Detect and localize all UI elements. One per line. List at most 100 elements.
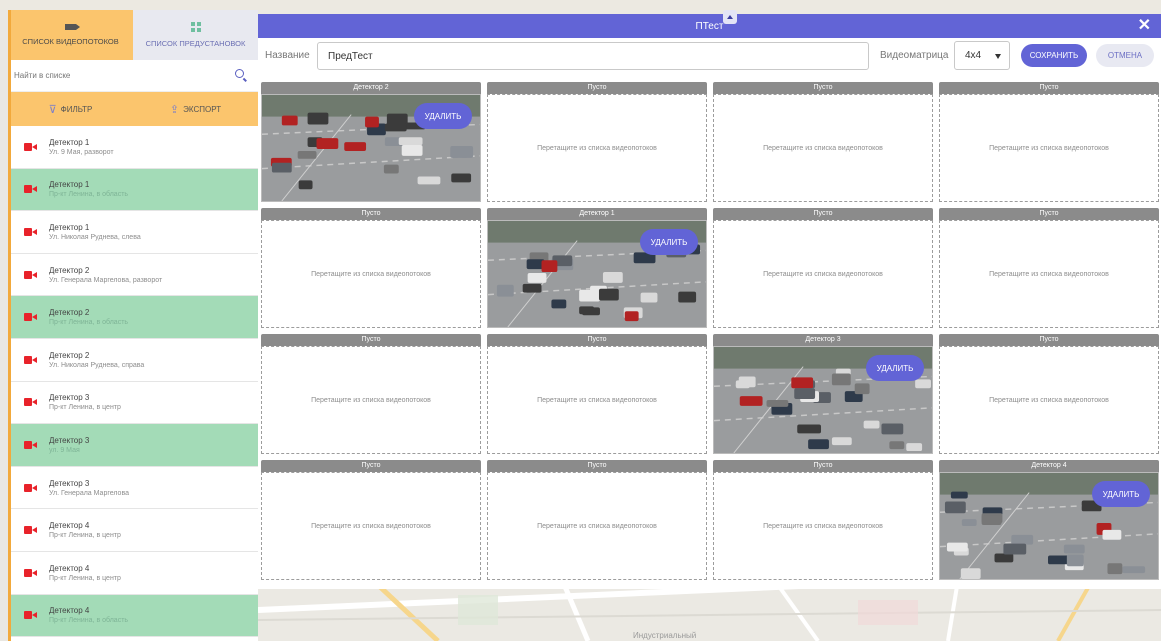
tab-streams[interactable]: список видеопотоков xyxy=(8,10,133,60)
drop-hint: Перетащите из списка видеопотоков xyxy=(989,396,1109,404)
drop-zone[interactable]: Перетащите из списка видеопотоков xyxy=(261,220,481,328)
tab-presets[interactable]: список предустановок xyxy=(133,10,258,60)
stream-list-item[interactable]: Детектор 3 ул. 9 Мая xyxy=(8,424,258,467)
matrix-cell-empty[interactable]: Пусто Перетащите из списка видеопотоков xyxy=(261,334,481,454)
matrix-cell-video[interactable]: Детектор 3 удалить xyxy=(713,334,933,454)
save-button[interactable]: сохранить xyxy=(1021,44,1087,67)
delete-button[interactable]: удалить xyxy=(414,103,472,129)
sidebar-accent-bar xyxy=(8,10,11,641)
stream-title: Детектор 4 xyxy=(49,606,90,616)
matrix-cell-empty[interactable]: Пусто Перетащите из списка видеопотоков xyxy=(939,82,1159,202)
drop-zone[interactable]: Перетащите из списка видеопотоков xyxy=(487,94,707,202)
matrix-cell-empty[interactable]: Пусто Перетащите из списка видеопотоков xyxy=(713,460,933,580)
cell-title: Пусто xyxy=(261,460,481,472)
video-preview: удалить xyxy=(261,94,481,202)
matrix-cell-video[interactable]: Детектор 2 удалить xyxy=(261,82,481,202)
video-camera-icon xyxy=(24,313,37,322)
stream-list-item[interactable]: Детектор 4 Пр-кт Ленина, в центр xyxy=(8,551,258,595)
drop-hint: Перетащите из списка видеопотоков xyxy=(763,522,883,530)
export-label: экспорт xyxy=(183,104,222,114)
video-matrix-grid: Детектор 2 удалить Пусто Перетащите из спис… xyxy=(261,82,1159,587)
grid-icon xyxy=(190,22,201,32)
video-camera-icon xyxy=(65,24,80,30)
search-icon[interactable] xyxy=(235,69,244,78)
video-camera-icon xyxy=(24,185,37,194)
stream-list-item[interactable]: Детектор 2 Пр-кт Ленина, в область xyxy=(8,296,258,339)
drop-hint: Перетащите из списка видеопотоков xyxy=(989,270,1109,278)
drop-zone[interactable]: Перетащите из списка видеопотоков xyxy=(939,94,1159,202)
sidebar: список видеопотоков список предустановок… xyxy=(8,10,258,641)
matrix-cell-video[interactable]: Детектор 4 удалить xyxy=(939,460,1159,580)
tab-presets-label: список предустановок xyxy=(145,39,246,48)
drop-zone[interactable]: Перетащите из списка видеопотоков xyxy=(939,220,1159,328)
video-camera-icon xyxy=(24,227,37,236)
matrix-cell-empty[interactable]: Пусто Перетащите из списка видеопотоков xyxy=(487,334,707,454)
delete-button[interactable]: удалить xyxy=(1092,481,1150,507)
stream-title: Детектор 1 xyxy=(49,180,90,190)
stream-list-item[interactable]: Детектор 3 Пр-кт Ленина, в центр xyxy=(8,381,258,425)
matrix-select[interactable]: 4x4 xyxy=(954,41,1010,70)
video-preview: удалить xyxy=(487,220,707,328)
close-icon[interactable]: ✕ xyxy=(1138,17,1151,35)
cell-title: Детектор 3 xyxy=(713,334,933,346)
matrix-cell-empty[interactable]: Пусто Перетащите из списка видеопотоков xyxy=(939,208,1159,328)
form-row: Название Видеоматрица 4x4 сохранить отме… xyxy=(258,38,1161,78)
drop-zone[interactable]: Перетащите из списка видеопотоков xyxy=(261,346,481,454)
stream-list-item[interactable]: Детектор 4 Пр-кт Ленина, в область xyxy=(8,594,258,638)
stream-list-item[interactable]: Детектор 1 Ул. Николая Руднева, слева xyxy=(8,211,258,254)
stream-subtitle: Ул. 9 Мая, разворот xyxy=(49,148,114,156)
name-input[interactable] xyxy=(317,42,869,70)
modal-title: ПТест xyxy=(695,20,724,32)
matrix-cell-video[interactable]: Детектор 1 удалить xyxy=(487,208,707,328)
drop-hint: Перетащите из списка видеопотоков xyxy=(989,144,1109,152)
matrix-cell-empty[interactable]: Пусто Перетащите из списка видеопотоков xyxy=(713,82,933,202)
stream-subtitle: Ул. Генерала Маргелова, разворот xyxy=(49,276,163,284)
stream-subtitle: Пр-кт Ленина, в центр xyxy=(49,404,121,412)
cell-title: Пусто xyxy=(487,460,707,472)
stream-title: Детектор 1 xyxy=(49,222,90,232)
video-preview: удалить xyxy=(939,472,1159,580)
preset-editor-modal: ПТест ✕ Название Видеоматрица 4x4 сохран… xyxy=(258,10,1161,589)
drop-zone[interactable]: Перетащите из списка видеопотоков xyxy=(713,472,933,580)
drop-zone[interactable]: Перетащите из списка видеопотоков xyxy=(939,346,1159,454)
stream-subtitle: Ул. Николая Руднева, слева xyxy=(49,233,141,241)
stream-list-item[interactable]: Детектор 1 Пр-кт Ленина, в область xyxy=(8,168,258,212)
stream-list-item[interactable]: Детектор 2 Ул. Генерала Маргелова, развор… xyxy=(8,253,258,297)
delete-button[interactable]: удалить xyxy=(866,355,924,381)
matrix-cell-empty[interactable]: Пусто Перетащите из списка видеопотоков xyxy=(487,82,707,202)
chevron-down-icon xyxy=(995,54,1001,59)
search-input[interactable] xyxy=(14,71,214,80)
sidebar-tabs: список видеопотоков список предустановок xyxy=(8,10,258,60)
export-button[interactable]: ⇪ экспорт xyxy=(133,103,258,116)
drop-zone[interactable]: Перетащите из списка видеопотоков xyxy=(713,220,933,328)
drop-zone[interactable]: Перетащите из списка видеопотоков xyxy=(713,94,933,202)
drop-zone[interactable]: Перетащите из списка видеопотоков xyxy=(261,472,481,580)
stream-subtitle: Пр-кт Ленина, в область xyxy=(49,319,129,327)
stream-list-item[interactable]: Детектор 1 Ул. 9 Мая, разворот xyxy=(8,126,258,169)
stream-subtitle: Ул. Николая Руднева, справа xyxy=(49,361,145,369)
cancel-button[interactable]: отмена xyxy=(1096,44,1154,67)
drop-zone[interactable]: Перетащите из списка видеопотоков xyxy=(487,346,707,454)
cell-title: Пусто xyxy=(487,334,707,346)
tab-streams-label: список видеопотоков xyxy=(22,37,119,46)
action-row: ⊽ фильтр ⇪ экспорт xyxy=(8,92,258,126)
stream-list-item[interactable]: Детектор 3 Ул. Генерала Маргелова xyxy=(8,466,258,510)
filter-button[interactable]: ⊽ фильтр xyxy=(8,103,133,116)
video-camera-icon xyxy=(24,526,37,535)
stream-subtitle: Пр-кт Ленина, в центр xyxy=(49,574,121,582)
cell-title: Пусто xyxy=(939,208,1159,220)
matrix-cell-empty[interactable]: Пусто Перетащите из списка видеопотоков xyxy=(713,208,933,328)
cell-title: Детектор 4 xyxy=(939,460,1159,472)
matrix-cell-empty[interactable]: Пусто Перетащите из списка видеопотоков xyxy=(939,334,1159,454)
collapse-up-icon[interactable] xyxy=(723,10,737,24)
cell-title: Пусто xyxy=(261,334,481,346)
matrix-cell-empty[interactable]: Пусто Перетащите из списка видеопотоков xyxy=(261,460,481,580)
delete-button[interactable]: удалить xyxy=(640,229,698,255)
map-street-label: Индустриальный xyxy=(633,631,696,640)
stream-list-item[interactable]: Детектор 4 Пр-кт Ленина, в центр xyxy=(8,509,258,552)
video-camera-icon xyxy=(24,611,37,620)
stream-list-item[interactable]: Детектор 2 Ул. Николая Руднева, справа xyxy=(8,338,258,382)
matrix-cell-empty[interactable]: Пусто Перетащите из списка видеопотоков xyxy=(261,208,481,328)
drop-zone[interactable]: Перетащите из списка видеопотоков xyxy=(487,472,707,580)
matrix-cell-empty[interactable]: Пусто Перетащите из списка видеопотоков xyxy=(487,460,707,580)
